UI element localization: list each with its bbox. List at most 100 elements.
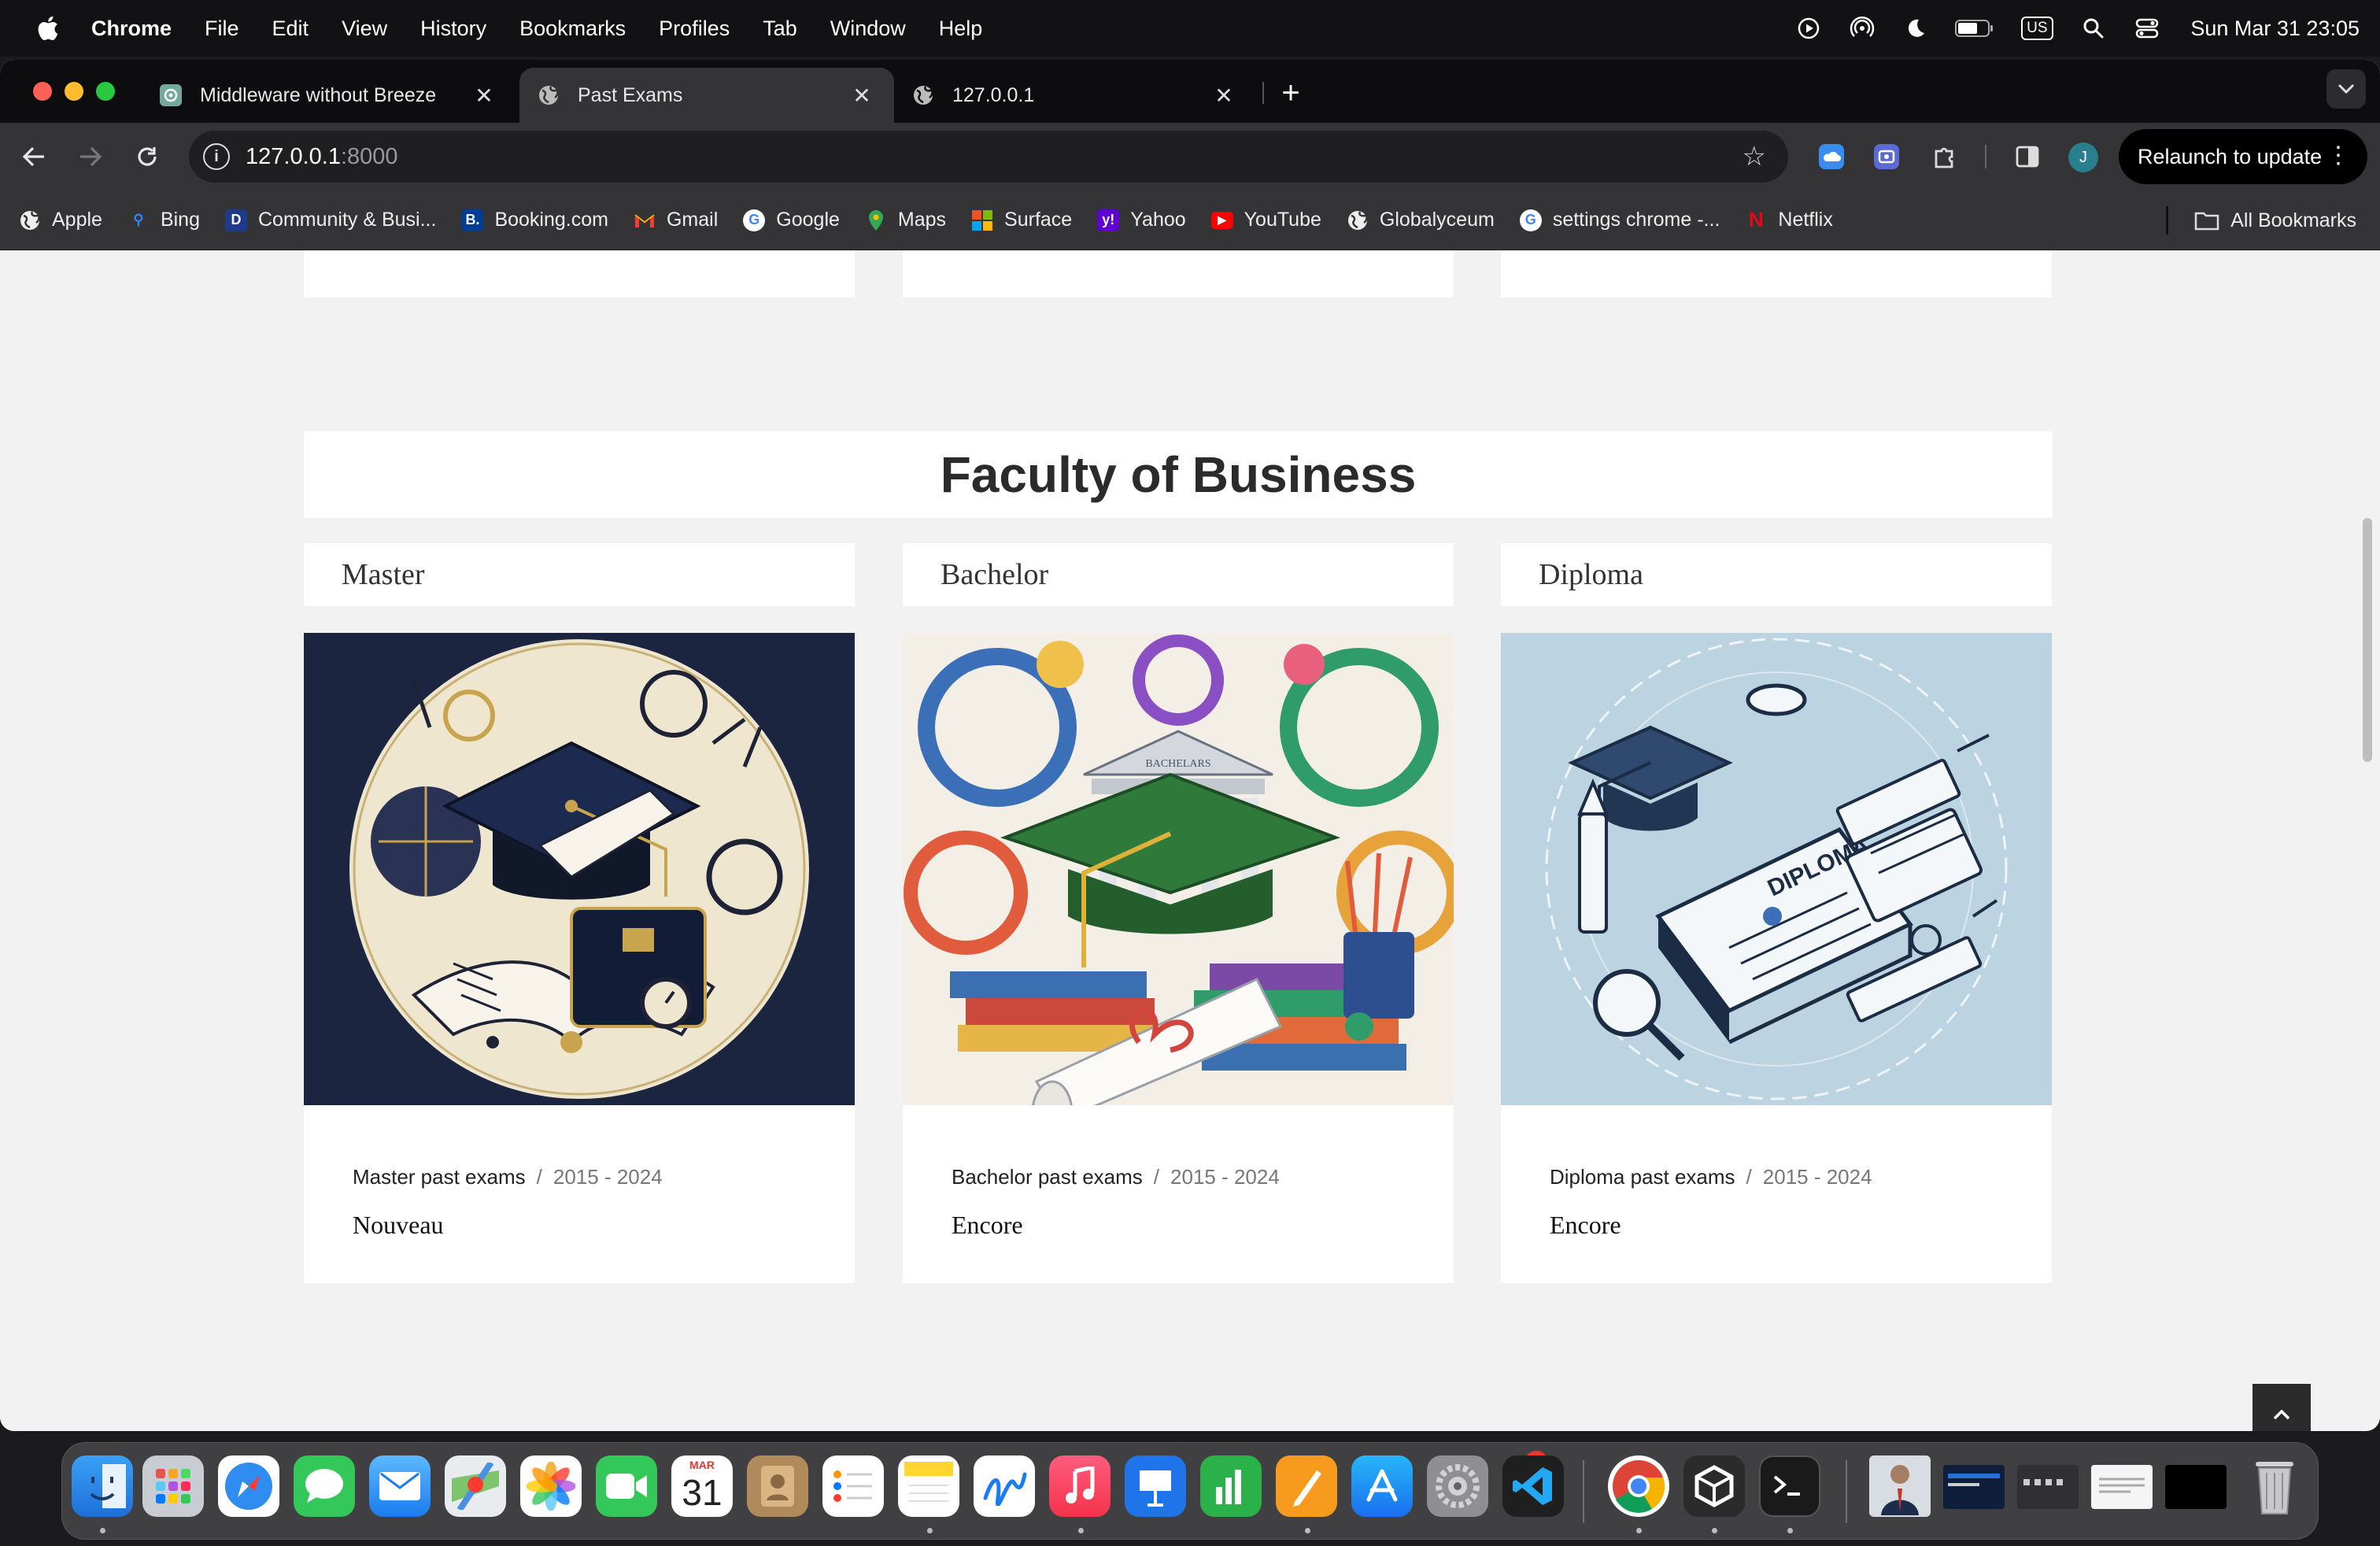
menubar-clock[interactable]: Sun Mar 31 23:05 xyxy=(2190,17,2360,41)
bookmark-globalyceum[interactable]: Globalyceum xyxy=(1347,209,1495,231)
bookmark-gmail[interactable]: Gmail xyxy=(634,209,718,231)
bookmark-yahoo[interactable]: y! Yahoo xyxy=(1097,209,1186,231)
system-settings-icon[interactable] xyxy=(1427,1455,1488,1517)
keyboard-layout-icon[interactable]: US xyxy=(2019,13,2055,43)
menu-app-name[interactable]: Chrome xyxy=(91,17,172,41)
keynote-icon[interactable] xyxy=(1125,1455,1186,1517)
card-category-link[interactable]: Master past exams xyxy=(353,1165,526,1189)
bookmark-booking[interactable]: B. Booking.com xyxy=(461,209,608,231)
bookmark-netflix[interactable]: N Netflix xyxy=(1745,208,1833,231)
bachelor-card-image[interactable]: BACHELARS xyxy=(903,633,1454,1105)
diploma-card-body[interactable]: Diploma past exams / 2015 - 2024 Encore xyxy=(1501,1105,2052,1283)
tab-middleware[interactable]: Middleware without Breeze ✕ xyxy=(142,68,516,123)
profile-avatar[interactable]: J xyxy=(2068,142,2098,172)
facetime-icon[interactable] xyxy=(596,1455,657,1517)
maps-dock-icon[interactable] xyxy=(445,1455,506,1517)
page-scrollbar[interactable] xyxy=(2363,518,2372,762)
battery-icon[interactable] xyxy=(1954,13,1995,43)
bookmark-star-icon[interactable]: ☆ xyxy=(1743,141,1766,172)
bookmark-youtube[interactable]: ▶ YouTube xyxy=(1210,209,1321,231)
airdrop-icon[interactable] xyxy=(1847,13,1877,43)
profile-photo-icon[interactable] xyxy=(1869,1455,1931,1517)
menu-tab[interactable]: Tab xyxy=(763,17,797,41)
launchpad-icon[interactable] xyxy=(142,1455,204,1517)
menu-help[interactable]: Help xyxy=(939,17,983,41)
tab-past-exams[interactable]: Past Exams ✕ xyxy=(519,68,894,123)
more-menu-icon[interactable]: ⋮ xyxy=(2326,142,2350,169)
contacts-icon[interactable] xyxy=(747,1455,808,1517)
pages-window-thumbnail[interactable] xyxy=(2091,1465,2153,1509)
control-center-icon[interactable] xyxy=(2132,13,2162,43)
mail-icon[interactable] xyxy=(369,1455,431,1517)
close-window-button[interactable] xyxy=(33,82,52,101)
finder-icon[interactable] xyxy=(72,1455,133,1517)
numbers-icon[interactable] xyxy=(1200,1455,1262,1517)
zoom-window-button[interactable] xyxy=(96,82,115,101)
freeform-icon[interactable] xyxy=(974,1455,1035,1517)
minimize-window-button[interactable] xyxy=(65,82,83,101)
relaunch-to-update-button[interactable]: Relaunch to update ⋮ xyxy=(2119,129,2367,184)
bookmark-google[interactable]: G Google xyxy=(743,209,840,231)
calendar-icon[interactable]: MAR 31 xyxy=(671,1455,733,1517)
reminders-icon[interactable] xyxy=(822,1455,884,1517)
menu-history[interactable]: History xyxy=(420,17,486,41)
trash-icon[interactable] xyxy=(2244,1455,2305,1517)
new-tab-button[interactable]: + xyxy=(1275,76,1306,110)
back-to-top-button[interactable] xyxy=(2252,1384,2311,1431)
menu-profiles[interactable]: Profiles xyxy=(659,17,730,41)
play-icon[interactable] xyxy=(1794,13,1824,43)
card-title[interactable]: Encore xyxy=(1550,1211,1621,1240)
search-icon[interactable] xyxy=(2079,13,2108,43)
moon-icon[interactable] xyxy=(1901,13,1931,43)
site-info-icon[interactable]: i xyxy=(203,143,230,170)
card-title[interactable]: Nouveau xyxy=(353,1211,444,1240)
vscode-icon[interactable] xyxy=(1502,1455,1564,1517)
app-store-icon[interactable] xyxy=(1351,1455,1413,1517)
messages-icon[interactable] xyxy=(294,1455,355,1517)
apple-menu-icon[interactable] xyxy=(31,13,63,44)
pages-icon[interactable] xyxy=(1276,1455,1337,1517)
close-tab-icon[interactable]: ✕ xyxy=(1212,83,1236,108)
menu-view[interactable]: View xyxy=(342,17,387,41)
bookmark-community[interactable]: D Community & Busi... xyxy=(225,209,436,231)
bookmark-apple[interactable]: Apple xyxy=(19,209,102,231)
chrome-window-thumbnail[interactable] xyxy=(1943,1465,2005,1509)
menu-file[interactable]: File xyxy=(205,17,239,41)
safari-icon[interactable] xyxy=(218,1455,279,1517)
tab-localhost[interactable]: 127.0.0.1 ✕ xyxy=(894,68,1256,123)
terminal-icon[interactable] xyxy=(1759,1455,1820,1517)
close-tab-icon[interactable]: ✕ xyxy=(472,83,496,108)
bookmark-maps[interactable]: Maps xyxy=(865,209,946,231)
terminal-window-thumbnail[interactable] xyxy=(2165,1465,2227,1509)
extensions-puzzle-icon[interactable] xyxy=(1928,140,1961,173)
master-card-image[interactable] xyxy=(304,633,855,1105)
card-category-link[interactable]: Bachelor past exams xyxy=(952,1165,1143,1189)
menu-edit[interactable]: Edit xyxy=(272,17,309,41)
card-category-link[interactable]: Diploma past exams xyxy=(1550,1165,1735,1189)
back-button[interactable] xyxy=(16,139,52,175)
chrome-icon[interactable] xyxy=(1608,1455,1669,1517)
diploma-card-image[interactable]: DIPLOMA xyxy=(1501,633,2052,1105)
icloud-extension-icon[interactable] xyxy=(1815,140,1848,173)
bookmark-surface[interactable]: Surface xyxy=(971,209,1072,231)
address-bar[interactable]: i 127.0.0.1:8000 ☆ xyxy=(189,131,1788,183)
close-tab-icon[interactable]: ✕ xyxy=(850,83,874,108)
bookmark-bing[interactable]: ⚲ Bing xyxy=(128,209,200,231)
tab-search-button[interactable] xyxy=(2326,69,2366,109)
master-card-body[interactable]: Master past exams / 2015 - 2024 Nouveau xyxy=(304,1105,855,1283)
card-title[interactable]: Encore xyxy=(952,1211,1023,1240)
unity-icon[interactable] xyxy=(1683,1455,1745,1517)
menu-bookmarks[interactable]: Bookmarks xyxy=(519,17,626,41)
all-bookmarks-button[interactable]: All Bookmarks xyxy=(2194,190,2356,250)
reload-button[interactable] xyxy=(129,139,165,175)
menu-window[interactable]: Window xyxy=(830,17,906,41)
screen-capture-extension-icon[interactable] xyxy=(1870,140,1903,173)
bookmark-settings-chrome[interactable]: G settings chrome -... xyxy=(1519,209,1720,231)
bachelor-card-body[interactable]: Bachelor past exams / 2015 - 2024 Encore xyxy=(903,1105,1454,1283)
music-icon[interactable] xyxy=(1049,1455,1111,1517)
forward-button[interactable] xyxy=(72,139,109,175)
photos-icon[interactable] xyxy=(520,1455,582,1517)
notes-icon[interactable] xyxy=(898,1455,959,1517)
side-panel-icon[interactable] xyxy=(2011,140,2044,173)
finder-window-thumbnail[interactable] xyxy=(2017,1465,2079,1509)
